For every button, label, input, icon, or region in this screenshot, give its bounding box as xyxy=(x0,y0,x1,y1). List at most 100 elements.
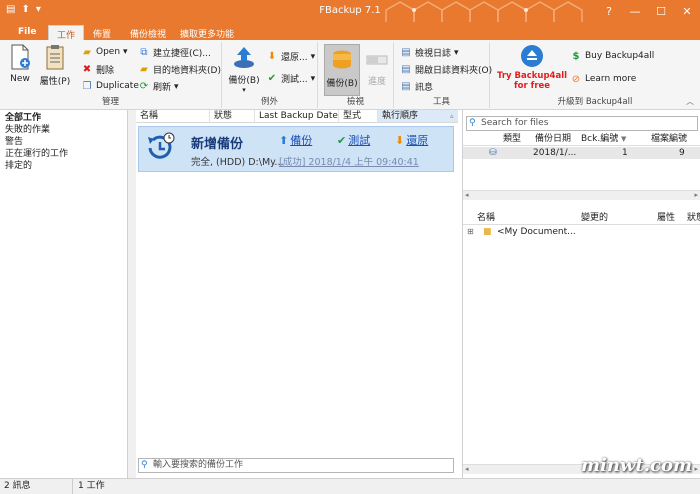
scroll-right-icon[interactable]: ▸ xyxy=(694,191,698,199)
view-log-button[interactable]: ▤ 檢視日誌 ▾ xyxy=(400,46,458,59)
database-icon: ⛁ xyxy=(489,148,497,158)
create-shortcut-label: 建立捷徑(C)... xyxy=(153,49,211,59)
group-tools-label: 工具 xyxy=(432,97,450,107)
maximize-button[interactable]: ☐ xyxy=(648,0,674,22)
new-button[interactable]: New xyxy=(6,44,34,84)
files-scroll-right-icon[interactable]: ▸ xyxy=(694,465,698,473)
group-manage: New 屬性(P) ▰ Open ▾ ✖ 刪除 ❐ Duplicate ⧉ 建立捷徑(C)… xyxy=(0,42,222,108)
group-view-label: 檢視 xyxy=(346,97,364,107)
collapse-ribbon-icon[interactable]: ︿ xyxy=(686,96,694,107)
file-search-input[interactable]: ⚲ Search for files xyxy=(466,116,698,131)
job-search-placeholder: 輸入要搜索的備份工作 xyxy=(153,460,244,470)
col-bck-no[interactable]: Bck.編號 xyxy=(581,134,618,145)
job-last-result[interactable]: [成功] 2018/1/4 上午 09:40:41 xyxy=(279,154,419,168)
col-file-no[interactable]: 檔案編號 xyxy=(651,134,687,145)
col-name[interactable]: 名稱 xyxy=(136,110,210,122)
job-restore-link[interactable]: ⬇ 還原 xyxy=(395,132,428,148)
pane-splitter[interactable] xyxy=(128,110,136,478)
refresh-icon: ⟳ xyxy=(139,81,149,92)
delete-button[interactable]: ✖ 刪除 xyxy=(81,63,114,76)
expand-icon[interactable]: ⊞ xyxy=(467,226,474,238)
tab-backup-view[interactable]: 備份檢視 xyxy=(122,25,174,40)
files-scroll-left-icon[interactable]: ◂ xyxy=(465,465,469,473)
learn-more-button[interactable]: ⊘ Learn more xyxy=(570,73,637,85)
col-status[interactable]: 狀態 xyxy=(210,110,255,122)
backups-hscroll[interactable]: ◂ ▸ xyxy=(463,190,700,200)
col-attributes[interactable]: 屬性 xyxy=(657,213,675,224)
tab-layout[interactable]: 佈置 xyxy=(85,25,119,40)
col-last-backup-date[interactable]: Last Backup Date xyxy=(255,110,339,122)
test-dropdown-icon: ▾ xyxy=(310,73,316,84)
restore-button[interactable]: ⬇ 還原... ▾ xyxy=(266,50,315,63)
destination-folder-label: 目的地資料夾(D) xyxy=(153,66,221,76)
files-table-row[interactable]: ⊞ ■ <My Document... xyxy=(463,226,700,238)
minimize-button[interactable]: — xyxy=(622,0,648,22)
job-list-pane: 名稱 狀態 Last Backup Date 型式 執行順序 ▵ 新增備份 ⬆ 備… xyxy=(136,110,458,478)
nav-all-jobs[interactable]: 全部工作 xyxy=(0,112,127,124)
try-backup4all-label: Try Backup4all xyxy=(496,71,568,81)
backups-table-row[interactable]: ⛁ 2018/1/... 1 9 xyxy=(463,147,700,159)
open-button[interactable]: ▰ Open ▾ xyxy=(81,46,127,58)
col-type[interactable]: 型式 xyxy=(339,110,378,122)
duplicate-icon: ❐ xyxy=(82,80,92,92)
job-backup-link[interactable]: ⬆ 備份 xyxy=(279,132,312,148)
nav-scheduled[interactable]: 排定的 xyxy=(0,160,127,172)
group-view: 備份(B) 進度 檢視 xyxy=(318,42,394,108)
col-backup-date[interactable]: 備份日期 xyxy=(535,134,571,145)
col-kind[interactable]: 類型 xyxy=(503,134,521,145)
col-file-name[interactable]: 名稱 xyxy=(477,213,495,224)
progress-button[interactable]: 進度 xyxy=(364,44,390,87)
duplicate-label: Duplicate xyxy=(96,81,139,91)
group-tools: ▤ 檢視日誌 ▾ ▤ 開啟日誌資料夾(O) ▤ 訊息 工具 xyxy=(394,42,492,108)
job-name: 新增備份 xyxy=(191,137,244,152)
backup-button[interactable]: 備份(B) ▾ xyxy=(228,44,260,94)
job-test-link[interactable]: ✔ 測試 xyxy=(337,132,370,148)
backup-dropdown-icon: ▾ xyxy=(242,86,246,94)
nav-warnings[interactable]: 警告 xyxy=(0,136,127,148)
create-shortcut-button[interactable]: ⧉ 建立捷徑(C)... xyxy=(138,46,211,59)
folder-icon: ▰ xyxy=(140,64,148,75)
col-file-status[interactable]: 狀態 xyxy=(687,213,700,224)
properties-label: 屬性(P) xyxy=(39,77,71,87)
search-icon: ⚲ xyxy=(141,460,148,470)
job-status-line: 完全, (HDD) D:\My... xyxy=(191,157,284,168)
shortcut-icon: ⧉ xyxy=(140,47,148,58)
open-log-folder-button[interactable]: ▤ 開啟日誌資料夾(O) xyxy=(400,63,492,76)
job-search-input[interactable]: ⚲ 輸入要搜索的備份工作 xyxy=(138,458,454,473)
nav-failed-jobs[interactable]: 失敗的作業 xyxy=(0,124,127,136)
job-card[interactable]: 新增備份 ⬆ 備份 ✔ 測試 ⬇ 還原 完全, (HDD) D:\My... [成功]… xyxy=(138,126,454,172)
progress-bar-icon xyxy=(366,55,388,65)
restore-arrow-icon: ⬇ xyxy=(395,133,405,147)
buy-backup4all-button[interactable]: $ Buy Backup4all xyxy=(570,50,655,62)
group-manage-label: 管理 xyxy=(101,97,119,107)
help-icon[interactable]: ? xyxy=(596,0,622,22)
refresh-button[interactable]: ⟳ 刷新 ▾ xyxy=(138,80,179,93)
test-button[interactable]: ✔ 測試... ▾ xyxy=(266,72,315,85)
status-bar: 2 訊息 1 工作 xyxy=(0,478,700,494)
messages-button[interactable]: ▤ 訊息 xyxy=(400,80,433,93)
destination-folder-button[interactable]: ▰ 目的地資料夾(D) xyxy=(138,63,221,76)
tab-jobs[interactable]: 工作 xyxy=(48,25,85,41)
nav-running-jobs[interactable]: 正在運行的工作 xyxy=(0,148,127,160)
refresh-label: 刷新 xyxy=(153,83,172,93)
duplicate-button[interactable]: ❐ Duplicate xyxy=(81,80,139,92)
group-upgrade-label: 升級到 Backup4all xyxy=(557,97,633,107)
tab-more-features[interactable]: 擴取更多功能 xyxy=(172,25,242,40)
col-modified[interactable]: 變更的 xyxy=(581,213,608,224)
properties-button[interactable]: 屬性(P) xyxy=(38,44,72,87)
try-backup4all-button[interactable]: Try Backup4all for free xyxy=(494,44,570,91)
watermark: minwt.com xyxy=(580,455,692,476)
backup-view-label: 備份(B) xyxy=(326,79,358,89)
close-button[interactable]: ✕ xyxy=(674,0,700,22)
backup-view-button[interactable]: 備份(B) xyxy=(324,44,360,96)
scroll-left-icon[interactable]: ◂ xyxy=(465,191,469,199)
open-folder-icon: ▰ xyxy=(83,46,91,58)
tab-file[interactable]: File xyxy=(10,25,44,40)
log-folder-icon: ▤ xyxy=(401,64,411,75)
job-filter-pane: 全部工作 失敗的作業 警告 正在運行的工作 排定的 xyxy=(0,110,128,478)
file-search-placeholder: Search for files xyxy=(481,118,549,128)
backup-history-icon xyxy=(148,132,175,159)
ribbon-tabs: File 工作 佈置 備份檢視 擴取更多功能 xyxy=(0,22,700,41)
job-test-link-label: 測試 xyxy=(348,134,371,147)
open-label: Open xyxy=(96,47,121,57)
